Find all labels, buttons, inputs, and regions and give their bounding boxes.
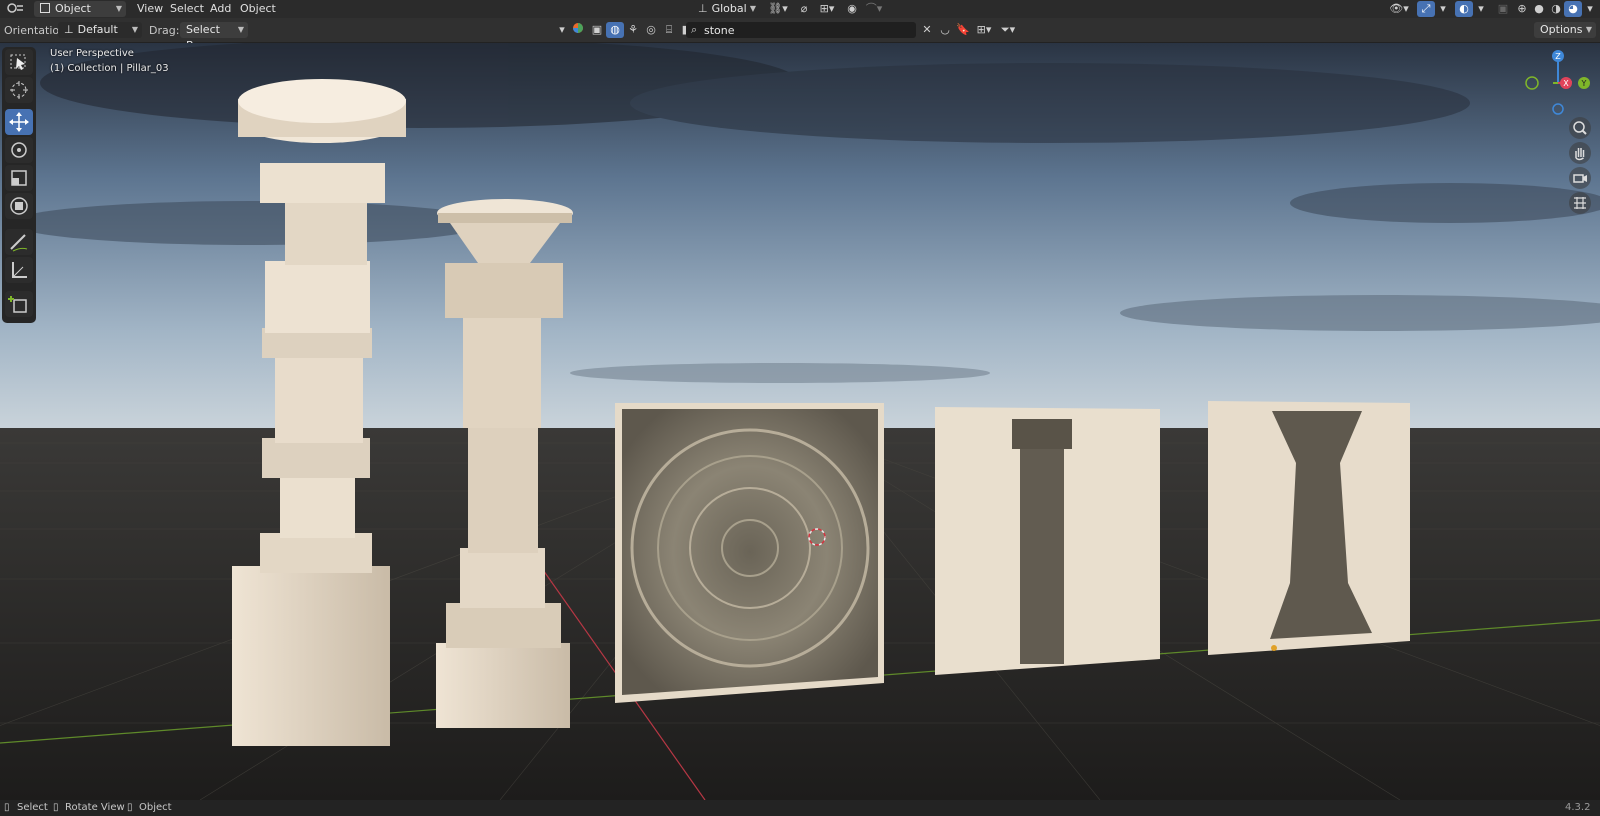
add-cube-tool-icon (8, 296, 27, 313)
solid-shading-icon[interactable]: ● (1530, 1, 1548, 17)
camera-icon[interactable] (1569, 167, 1591, 189)
pan-icon[interactable] (1569, 142, 1591, 164)
overlay-icon[interactable]: ◐ (1455, 1, 1473, 17)
search-value: stone (704, 24, 735, 37)
mode-dropdown[interactable]: Object Mode ▼ (34, 1, 126, 31)
scale-tool[interactable] (5, 165, 33, 191)
mouse-right-icon: ▯ (127, 802, 133, 813)
gizmo-dropdown-icon[interactable]: ▾ (1436, 1, 1450, 17)
annotate-tool[interactable] (5, 229, 33, 255)
zoom-icon[interactable] (1569, 117, 1591, 139)
transform-tool[interactable] (5, 193, 33, 219)
transform-orientation-label: Global (711, 2, 747, 15)
relief-panel-02 (935, 407, 1160, 675)
collapse-icon[interactable]: ▾ (555, 22, 569, 38)
annotate-tool-icon (10, 234, 28, 252)
chevron-down-icon: ▼ (237, 25, 244, 34)
mesh-filter-icon[interactable]: ◍ (606, 22, 624, 38)
light-filter-icon[interactable]: ⚘ (624, 22, 642, 38)
move-tool-icon (9, 112, 29, 132)
axes-icon: ⊥ (64, 23, 74, 36)
move-tool[interactable] (5, 109, 33, 135)
view-name: User Perspective (50, 48, 134, 59)
snap-target-icon[interactable]: ⊞▾ (815, 1, 839, 17)
gizmo-z-label: Z (1555, 52, 1561, 61)
3d-viewport[interactable]: User Perspective (1) Collection | Pillar… (0, 43, 1600, 800)
overlay-dropdown-icon[interactable]: ▾ (1474, 1, 1488, 17)
measure-tool-icon (12, 262, 27, 278)
snap-icon[interactable]: ⌀ (795, 1, 813, 17)
visibility-icon[interactable]: 👁▾ (1386, 1, 1412, 17)
relief-panel-03 (1208, 401, 1410, 655)
transform-orientation-dropdown[interactable]: ⊥ Global ▼ (692, 1, 760, 17)
rotate-tool[interactable] (5, 137, 33, 163)
pivot-icon[interactable]: ⛓▾ (765, 1, 791, 17)
cursor-tool-icon (10, 81, 28, 99)
mouse-left-icon: ▯ (4, 802, 10, 813)
editor-type-icon[interactable] (4, 1, 28, 17)
gizmo-icon[interactable]: ⤢ (1417, 1, 1435, 17)
status-object: Object (139, 802, 172, 813)
proportional-icon[interactable]: ◉ (843, 1, 861, 17)
select-box-tool[interactable] (5, 49, 33, 75)
select-box-tool-icon (10, 54, 26, 70)
transform-tool-icon (10, 197, 28, 215)
cursor-tool[interactable] (5, 77, 33, 103)
bookmark-icon[interactable]: 🔖 (954, 22, 972, 38)
orientation-axes-icon: ⊥ (698, 2, 708, 15)
scene-color-icon (569, 22, 587, 38)
version-label: 4.3.2 (1565, 802, 1591, 813)
shading-dropdown-icon[interactable]: ▾ (1583, 1, 1597, 17)
scale-tool-icon (11, 170, 27, 186)
menu-object[interactable]: Object (240, 2, 276, 16)
menu-select[interactable]: Select (170, 2, 204, 16)
object-filter-icon[interactable]: ▣ (588, 22, 606, 38)
material-shading-icon[interactable]: ◑ (1547, 1, 1565, 17)
gizmo-x-label: X (1563, 79, 1569, 88)
rotate-tool-icon (11, 142, 27, 158)
display-mode-icon[interactable]: ⊞▾ (972, 22, 996, 38)
measure-tool[interactable] (5, 257, 33, 283)
relief-panel-01 (615, 403, 884, 703)
chevron-down-icon: ▼ (115, 4, 122, 13)
tool-header: Orientation: ⊥Default ▼ Drag: Select Box… (0, 18, 1600, 52)
search-input[interactable]: ⌕ stone (686, 22, 916, 38)
orientation-value: Default (77, 23, 118, 36)
grid-icon[interactable] (1569, 192, 1591, 214)
clear-search-icon[interactable]: ✕ (918, 22, 936, 38)
object-mode-icon (40, 3, 50, 13)
search-icon: ⌕ (691, 23, 698, 36)
status-rotate-view: Rotate View (65, 802, 125, 813)
drag-label: Drag: (149, 24, 180, 37)
options-label: Options (1540, 23, 1583, 36)
drag-dropdown[interactable]: Select Box ▼ (180, 22, 248, 52)
rendered-shading-icon[interactable]: ◕ (1564, 1, 1582, 17)
xray-icon[interactable]: ▣ (1494, 1, 1512, 17)
menu-view[interactable]: View (137, 2, 163, 16)
chevron-down-icon: ▼ (749, 4, 756, 13)
collection-info: (1) Collection | Pillar_03 (50, 63, 169, 74)
empty-filter-icon[interactable]: ◎ (642, 22, 660, 38)
orientation-dropdown[interactable]: ⊥ Default ▼ (58, 22, 142, 38)
status-select: Select (17, 802, 48, 813)
navigation-gizmo[interactable]: Z X Y (1520, 45, 1596, 121)
falloff-icon[interactable]: ⌒▾ (862, 1, 886, 17)
wireframe-shading-icon[interactable]: ⊕ (1513, 1, 1531, 17)
camera-filter-icon[interactable]: ⌸ (660, 22, 678, 38)
filter-icon[interactable]: ⏷▾ (996, 22, 1020, 38)
chevron-down-icon: ▼ (131, 25, 138, 34)
top-menubar: Object Mode ▼ View Select Add Object ⊥Gl… (0, 0, 1600, 31)
menu-add[interactable]: Add (210, 2, 231, 16)
gizmo-y-label: Y (1581, 79, 1587, 88)
match-case-icon[interactable]: ◡ (936, 22, 954, 38)
viewport-scene (0, 43, 1600, 800)
chevron-down-icon: ▼ (1585, 25, 1592, 34)
add-cube-tool[interactable] (5, 291, 33, 317)
status-bar: ▯ Select ▯ Rotate View ▯ Object 4.3.2 (0, 800, 1600, 816)
options-dropdown[interactable]: Options ▼ (1534, 22, 1596, 38)
mouse-middle-icon: ▯ (53, 802, 59, 813)
